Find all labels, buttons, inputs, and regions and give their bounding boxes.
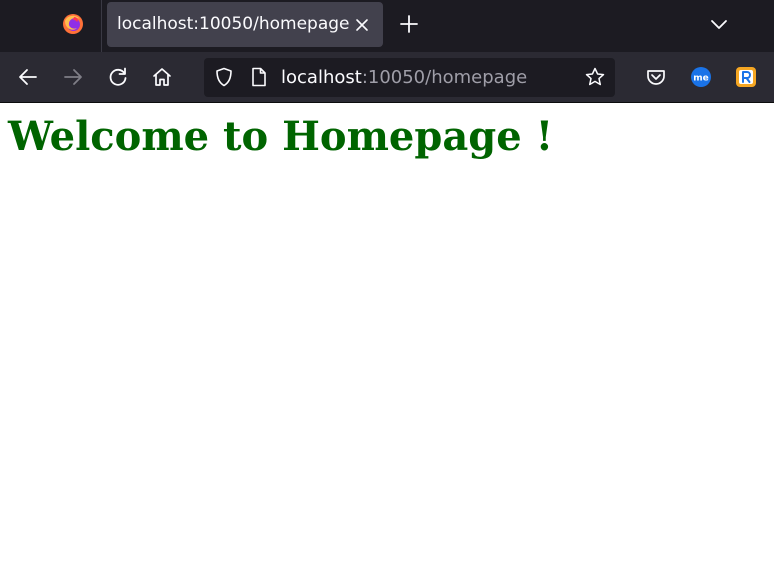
back-icon[interactable]	[16, 65, 40, 89]
close-tab-icon[interactable]	[351, 14, 373, 36]
tab-title: localhost:10050/homepage	[117, 14, 350, 34]
me-extension-icon[interactable]: me	[689, 65, 713, 89]
url-bar[interactable]: localhost:10050/homepage	[204, 58, 615, 97]
url-text[interactable]: localhost:10050/homepage	[281, 67, 527, 89]
pocket-icon[interactable]	[644, 65, 668, 89]
url-host: localhost	[281, 67, 362, 88]
page-info-icon[interactable]	[248, 66, 270, 88]
new-tab-icon[interactable]	[397, 12, 421, 36]
active-tab[interactable]: localhost:10050/homepage	[107, 2, 383, 47]
firefox-icon[interactable]	[61, 12, 85, 36]
home-icon[interactable]	[150, 65, 174, 89]
tab-separator	[101, 0, 102, 52]
tab-bar: localhost:10050/homepage	[0, 0, 774, 52]
list-all-tabs-icon[interactable]	[707, 12, 731, 36]
reload-icon[interactable]	[106, 65, 130, 89]
page-heading: Welcome to Homepage !	[8, 113, 554, 160]
url-path: :10050/homepage	[361, 67, 528, 88]
tracking-protection-shield-icon[interactable]	[213, 66, 235, 88]
navigation-toolbar: localhost:10050/homepage me	[0, 52, 774, 102]
svg-text:me: me	[693, 74, 708, 84]
forward-icon[interactable]	[61, 65, 85, 89]
page-content: Welcome to Homepage !	[0, 103, 774, 575]
bookmark-star-icon[interactable]	[584, 66, 606, 88]
r-extension-icon[interactable]	[734, 65, 758, 89]
